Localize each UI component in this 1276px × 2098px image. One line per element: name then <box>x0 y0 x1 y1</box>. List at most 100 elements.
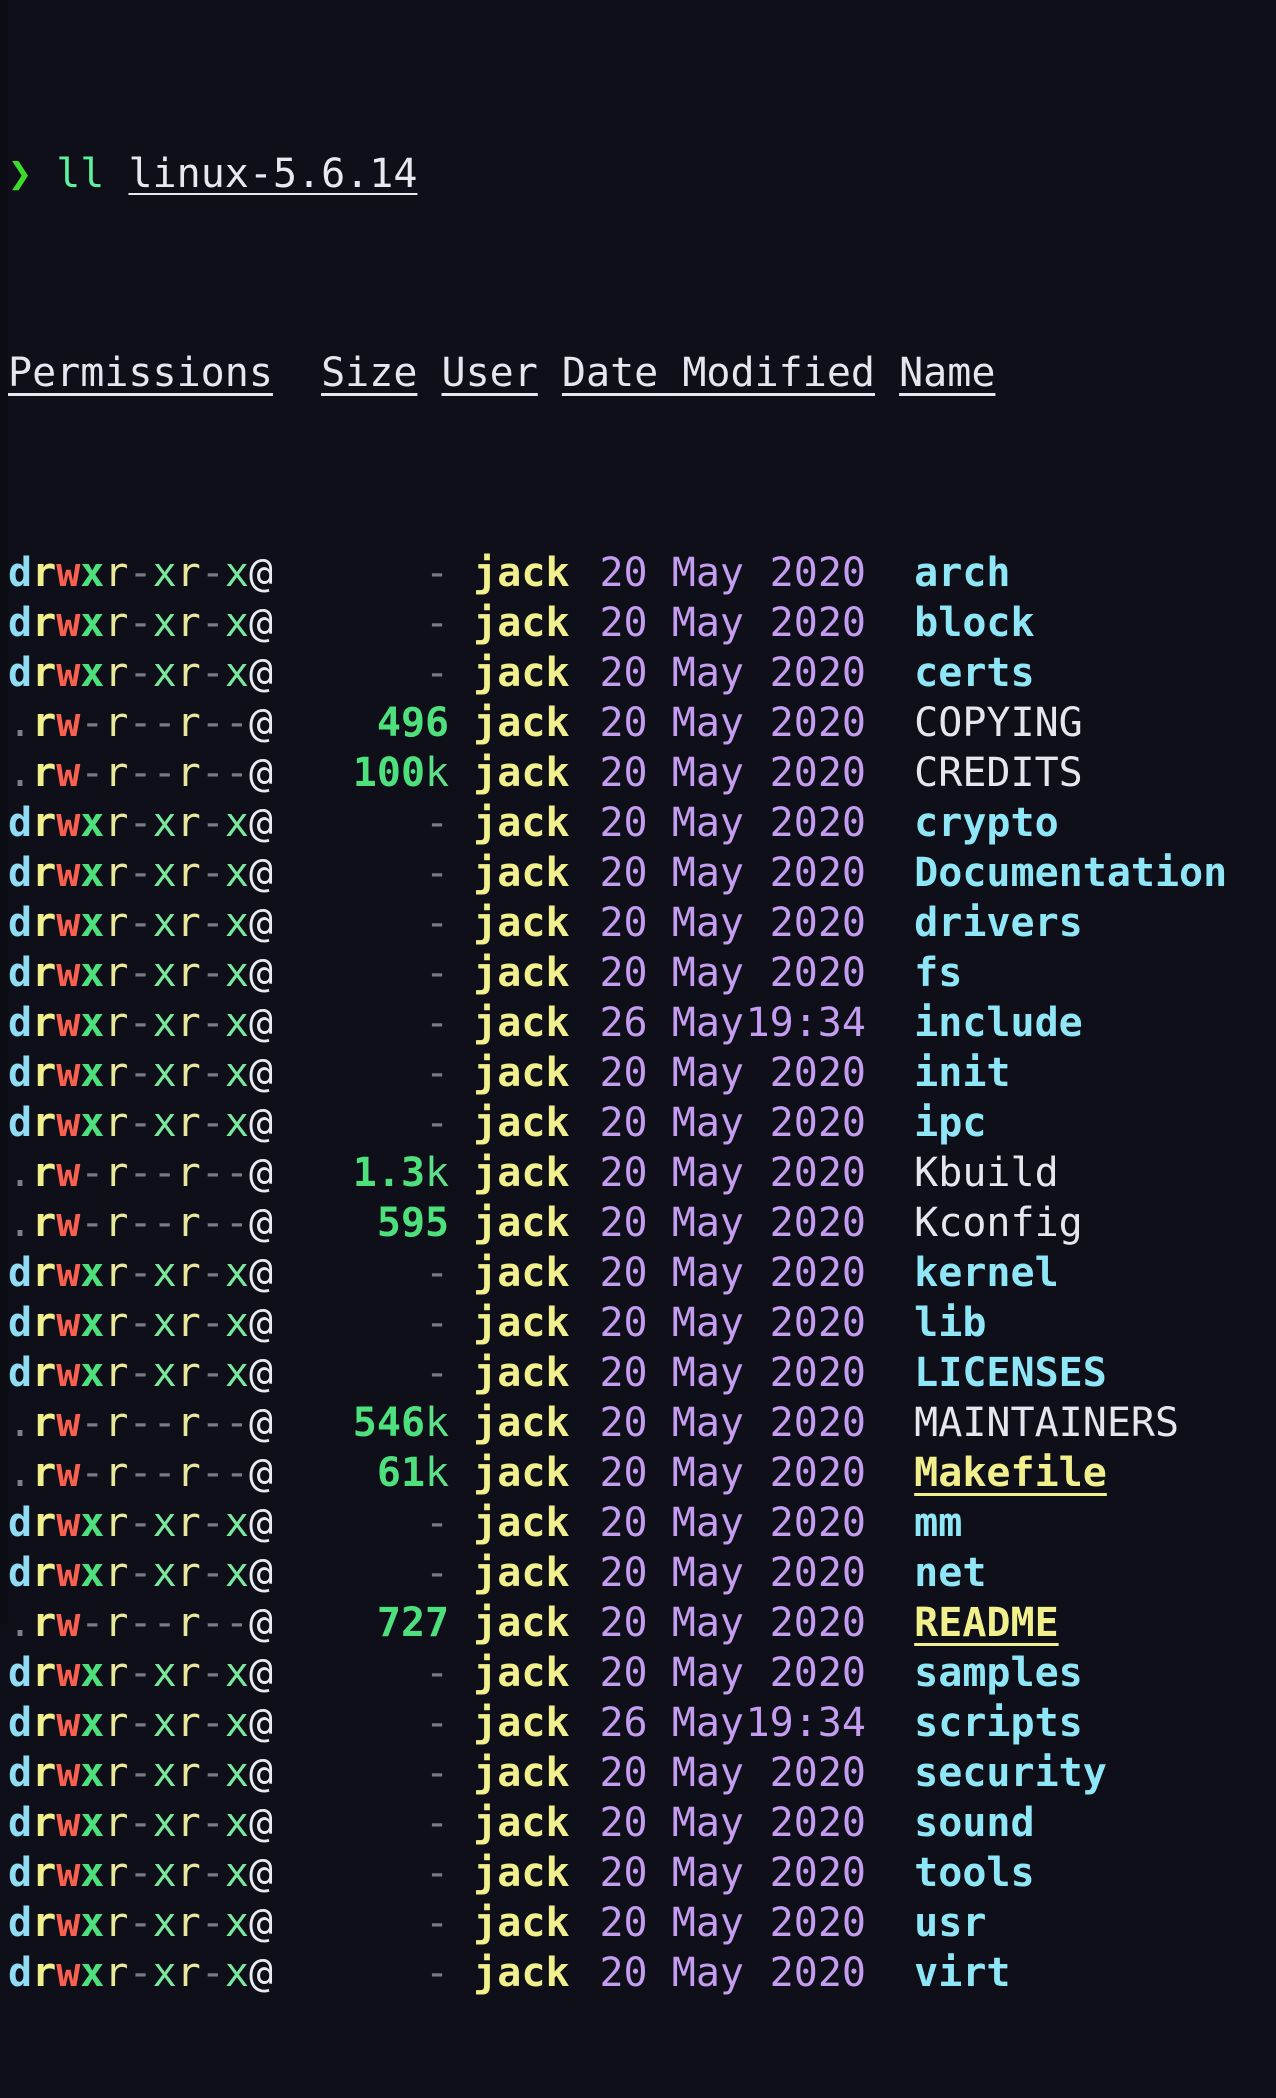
permissions-cell: .rw-r--r--@ <box>8 1600 273 1646</box>
perm-char: x <box>80 1700 105 1746</box>
file-name-directory[interactable]: certs <box>914 650 1034 696</box>
perm-char: - <box>80 1450 105 1496</box>
table-row[interactable]: drwxr-xr-x@ - jack 20 May 2020 LICENSES <box>8 1348 1276 1398</box>
perm-char: r <box>176 850 201 896</box>
file-name-regular[interactable]: CREDITS <box>914 750 1083 796</box>
table-row[interactable]: drwxr-xr-x@ - jack 20 May 2020 Documentat… <box>8 848 1276 898</box>
table-row[interactable]: drwxr-xr-x@ - jack 20 May 2020 init <box>8 1048 1276 1098</box>
size-cell: - <box>297 848 449 898</box>
file-name-directory[interactable]: mm <box>914 1500 962 1546</box>
file-name-directory[interactable]: Documentation <box>914 850 1227 896</box>
table-row[interactable]: drwxr-xr-x@ - jack 20 May 2020 ipc <box>8 1098 1276 1148</box>
perm-char: - <box>152 750 177 796</box>
perm-char: - <box>200 1150 225 1196</box>
file-name-directory[interactable]: virt <box>914 1950 1010 1996</box>
permissions-cell: .rw-r--r--@ <box>8 1450 273 1496</box>
user-cell: jack <box>473 1100 570 1146</box>
table-row[interactable]: .rw-r--r--@ 1.3k jack 20 May 2020 Kbuild <box>8 1148 1276 1198</box>
perm-char: r <box>32 1950 57 1996</box>
file-name-special[interactable]: Makefile <box>914 1450 1107 1496</box>
table-row[interactable]: drwxr-xr-x@ - jack 20 May 2020 fs <box>8 948 1276 998</box>
perm-char: d <box>8 1350 33 1396</box>
table-row[interactable]: drwxr-xr-x@ - jack 20 May 2020 drivers <box>8 898 1276 948</box>
table-row[interactable]: .rw-r--r--@ 727 jack 20 May 2020 README <box>8 1598 1276 1648</box>
file-name-directory[interactable]: security <box>914 1750 1107 1796</box>
date-year-or-time: 2020 <box>769 1750 866 1796</box>
table-row[interactable]: .rw-r--r--@ 595 jack 20 May 2020 Kconfig <box>8 1198 1276 1248</box>
perm-char: w <box>56 1250 81 1296</box>
date-month: May <box>671 1650 744 1696</box>
perm-char: r <box>32 1000 57 1046</box>
file-name-directory[interactable]: crypto <box>914 800 1059 846</box>
table-row[interactable]: .rw-r--r--@ 546k jack 20 May 2020 MAINTAI… <box>8 1398 1276 1448</box>
file-name-directory[interactable]: arch <box>914 550 1010 596</box>
file-name-directory[interactable]: block <box>914 600 1034 646</box>
table-row[interactable]: drwxr-xr-x@ - jack 20 May 2020 security <box>8 1748 1276 1798</box>
size-cell: 496 <box>297 698 449 748</box>
size-cell: - <box>297 1348 449 1398</box>
table-row[interactable]: drwxr-xr-x@ - jack 20 May 2020 certs <box>8 648 1276 698</box>
file-name-directory[interactable]: init <box>914 1050 1010 1096</box>
file-name-directory[interactable]: fs <box>914 950 962 996</box>
table-row[interactable]: drwxr-xr-x@ - jack 20 May 2020 arch <box>8 548 1276 598</box>
file-name-directory[interactable]: usr <box>914 1900 986 1946</box>
file-name-regular[interactable]: COPYING <box>914 700 1083 746</box>
perm-char: w <box>56 700 81 746</box>
table-row[interactable]: drwxr-xr-x@ - jack 20 May 2020 mm <box>8 1498 1276 1548</box>
table-row[interactable]: drwxr-xr-x@ - jack 20 May 2020 tools <box>8 1848 1276 1898</box>
file-name-directory[interactable]: LICENSES <box>914 1350 1107 1396</box>
perm-char: x <box>80 550 105 596</box>
perm-char: x <box>152 1000 177 1046</box>
date-day: 20 <box>599 800 648 846</box>
table-row[interactable]: drwxr-xr-x@ - jack 20 May 2020 kernel <box>8 1248 1276 1298</box>
table-row[interactable]: drwxr-xr-x@ - jack 20 May 2020 crypto <box>8 798 1276 848</box>
file-name-directory[interactable]: kernel <box>914 1250 1059 1296</box>
table-row[interactable]: drwxr-xr-x@ - jack 20 May 2020 virt <box>8 1948 1276 1998</box>
file-name-regular[interactable]: Kbuild <box>914 1150 1059 1196</box>
table-row[interactable]: .rw-r--r--@ 496 jack 20 May 2020 COPYING <box>8 698 1276 748</box>
table-row[interactable]: drwxr-xr-x@ - jack 26 May19:34 include <box>8 998 1276 1048</box>
date-year-or-time: 2020 <box>769 650 866 696</box>
permissions-cell: drwxr-xr-x@ <box>8 950 273 996</box>
file-name-directory[interactable]: include <box>914 1000 1083 1046</box>
file-name-regular[interactable]: Kconfig <box>914 1200 1083 1246</box>
user-cell: jack <box>473 650 570 696</box>
perm-char: w <box>56 1450 81 1496</box>
file-name-directory[interactable]: samples <box>914 1650 1083 1696</box>
perm-char: - <box>224 700 249 746</box>
perm-char: @ <box>248 1200 274 1246</box>
perm-char: d <box>8 1050 33 1096</box>
permissions-cell: drwxr-xr-x@ <box>8 1000 273 1046</box>
file-name-directory[interactable]: drivers <box>914 900 1083 946</box>
file-name-regular[interactable]: MAINTAINERS <box>914 1400 1179 1446</box>
file-name-special[interactable]: README <box>914 1600 1059 1646</box>
size-value: 595 <box>376 1200 450 1246</box>
table-row[interactable]: .rw-r--r--@ 100k jack 20 May 2020 CREDITS <box>8 748 1276 798</box>
file-name-directory[interactable]: tools <box>914 1850 1034 1896</box>
file-name-directory[interactable]: lib <box>914 1300 986 1346</box>
perm-char: r <box>176 1800 201 1846</box>
file-name-directory[interactable]: ipc <box>914 1100 986 1146</box>
size-empty: - <box>425 1550 450 1596</box>
terminal-screen[interactable]: ❯ ll linux-5.6.14 Permissions Size User … <box>8 0 1276 2098</box>
perm-char: - <box>200 950 225 996</box>
file-name-directory[interactable]: scripts <box>914 1700 1083 1746</box>
file-name-directory[interactable]: sound <box>914 1800 1034 1846</box>
table-row[interactable]: .rw-r--r--@ 61k jack 20 May 2020 Makefile <box>8 1448 1276 1498</box>
user-cell: jack <box>473 550 570 596</box>
table-row[interactable]: drwxr-xr-x@ - jack 20 May 2020 block <box>8 598 1276 648</box>
user-cell: jack <box>473 1250 570 1296</box>
table-row[interactable]: drwxr-xr-x@ - jack 26 May19:34 scripts <box>8 1698 1276 1748</box>
date-year-or-time: 2020 <box>769 1650 866 1696</box>
perm-char: - <box>128 1150 153 1196</box>
size-empty: - <box>425 600 450 646</box>
table-row[interactable]: drwxr-xr-x@ - jack 20 May 2020 usr <box>8 1898 1276 1948</box>
table-row[interactable]: drwxr-xr-x@ - jack 20 May 2020 lib <box>8 1298 1276 1348</box>
permissions-cell: drwxr-xr-x@ <box>8 1650 273 1696</box>
perm-char: @ <box>248 750 274 796</box>
file-name-directory[interactable]: net <box>914 1550 986 1596</box>
table-row[interactable]: drwxr-xr-x@ - jack 20 May 2020 samples <box>8 1648 1276 1698</box>
date-day: 20 <box>599 850 648 896</box>
table-row[interactable]: drwxr-xr-x@ - jack 20 May 2020 net <box>8 1548 1276 1598</box>
table-row[interactable]: drwxr-xr-x@ - jack 20 May 2020 sound <box>8 1798 1276 1848</box>
